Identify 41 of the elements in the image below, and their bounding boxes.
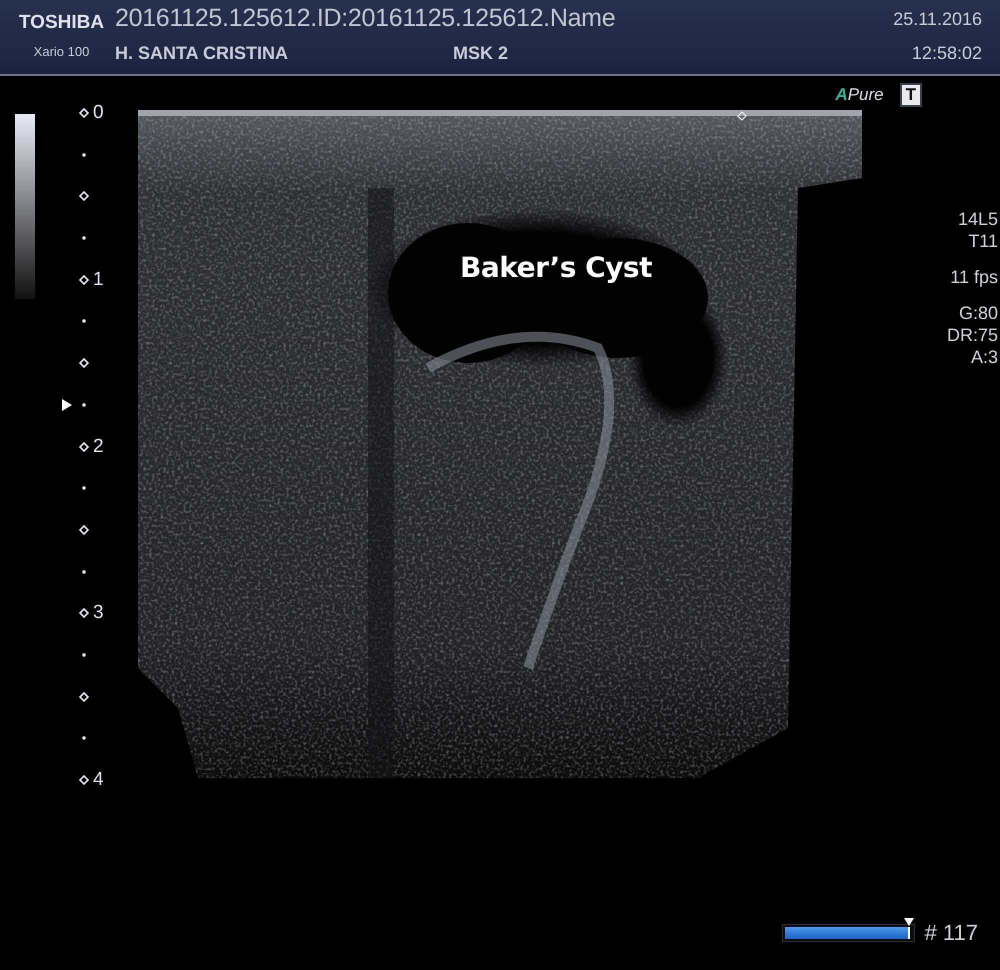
depth-label: 1 (93, 270, 104, 289)
dot-tick-icon (82, 402, 86, 407)
diamond-tick-icon (79, 108, 89, 118)
patient-id: 20161125.125612.ID:20161125.125612.Name (115, 4, 616, 33)
frame-number: # 117 (924, 920, 978, 946)
diamond-tick-icon (79, 274, 89, 285)
dot-tick-icon (82, 236, 86, 240)
hospital-name: H. SANTA CRISTINA (115, 43, 289, 64)
scan-parameter: A:3 (970, 346, 998, 368)
model-name: Xario 100 (34, 44, 90, 59)
diamond-tick-icon (79, 442, 89, 452)
diamond-tick-icon (79, 775, 89, 785)
diamond-tick-icon (79, 358, 89, 368)
focus-marker-icon (62, 398, 72, 411)
diamond-tick-icon (79, 524, 89, 535)
mode-logo: APure (835, 85, 884, 105)
diamond-tick-icon (79, 608, 89, 618)
brand-name: TOSHIBA (18, 12, 104, 34)
scan-parameter: 14L5 (958, 208, 998, 230)
dot-tick-icon (82, 152, 86, 157)
scan-parameter: 11 fps (950, 266, 998, 288)
dot-tick-icon (82, 319, 86, 324)
depth-label: 4 (93, 771, 104, 789)
dot-tick-icon (82, 486, 86, 490)
time: 12:58:02 (912, 43, 982, 64)
scan-parameter: DR:75 (946, 324, 998, 346)
playhead-marker-icon (904, 918, 914, 926)
scan-parameter: G:80 (958, 302, 998, 324)
date: 25.11.2016 (893, 9, 982, 30)
cyst-annotation: Baker’s Cyst (460, 251, 652, 284)
preset-name: MSK 2 (453, 43, 508, 64)
dot-tick-icon (82, 570, 86, 574)
dot-tick-icon (82, 652, 86, 657)
diamond-tick-icon (79, 692, 89, 702)
depth-label: 3 (93, 604, 104, 622)
diamond-tick-icon (79, 191, 89, 202)
mode-badge: T (900, 83, 922, 107)
depth-label: 2 (93, 438, 104, 456)
scan-parameter: T11 (968, 230, 998, 252)
dot-tick-icon (82, 736, 86, 740)
depth-label: 0 (93, 104, 104, 122)
